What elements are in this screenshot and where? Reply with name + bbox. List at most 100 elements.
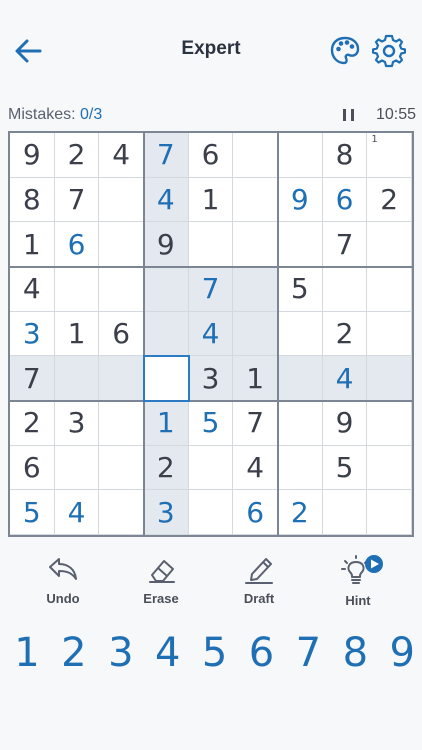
board-cell[interactable] <box>322 490 368 535</box>
board-cell[interactable] <box>99 401 144 446</box>
board-cell[interactable]: 9 <box>144 222 189 267</box>
board-cell[interactable] <box>233 267 278 312</box>
board-cell[interactable]: 3 <box>54 401 100 446</box>
board-cell[interactable]: 2 <box>322 311 368 357</box>
board-cell[interactable] <box>367 356 412 401</box>
board-cell[interactable]: 7 <box>322 222 368 267</box>
board-cell[interactable] <box>278 356 323 401</box>
board-cell[interactable]: 6 <box>54 222 100 267</box>
settings-button[interactable] <box>371 34 407 68</box>
board-cell[interactable] <box>233 222 278 267</box>
number-button-9[interactable]: 9 <box>379 625 422 681</box>
board-cell[interactable]: 7 <box>233 401 278 446</box>
board-cell[interactable]: 9 <box>322 401 368 446</box>
board-cell[interactable] <box>188 445 234 491</box>
board-cell[interactable]: 4 <box>99 133 144 178</box>
board-cell[interactable]: 2 <box>10 401 55 446</box>
board-cell[interactable] <box>144 311 189 357</box>
board-cell[interactable]: 4 <box>233 445 278 491</box>
number-button-2[interactable]: 2 <box>51 625 97 681</box>
board-cell[interactable] <box>367 311 412 357</box>
board-cell[interactable]: 6 <box>322 177 368 223</box>
board-cell[interactable] <box>54 445 100 491</box>
board-cell[interactable] <box>99 356 144 401</box>
board-cell[interactable] <box>278 445 323 491</box>
board-cell[interactable] <box>367 222 412 267</box>
board-cell[interactable] <box>99 267 144 312</box>
number-button-4[interactable]: 4 <box>145 625 191 681</box>
board-cell[interactable] <box>278 133 323 178</box>
status-bar: Mistakes: 0/3 10:55 <box>8 104 416 128</box>
board-cell[interactable]: 3 <box>144 490 189 535</box>
board-cell[interactable]: 9 <box>10 133 55 178</box>
board-cell[interactable] <box>367 401 412 446</box>
board-cell[interactable] <box>99 222 144 267</box>
board-cell[interactable]: 8 <box>10 177 55 223</box>
board-cell[interactable]: 1 <box>188 177 234 223</box>
board-cell[interactable]: 2 <box>144 445 189 491</box>
board-cell[interactable]: 5 <box>278 267 323 312</box>
board-cell[interactable] <box>233 311 278 357</box>
number-button-5[interactable]: 5 <box>192 625 238 681</box>
number-button-3[interactable]: 3 <box>98 625 144 681</box>
board-cell[interactable] <box>188 222 234 267</box>
board-cell[interactable]: 1 <box>367 133 412 178</box>
board-cell[interactable]: 6 <box>188 133 234 178</box>
board-cell[interactable] <box>322 267 368 312</box>
board-cell[interactable]: 6 <box>233 490 278 535</box>
board-cell[interactable] <box>99 177 144 223</box>
board-cell[interactable]: 7 <box>10 356 55 401</box>
board-cell[interactable]: 7 <box>188 267 234 312</box>
board-cell[interactable] <box>233 177 278 223</box>
hint-button[interactable]: Hint <box>323 555 393 615</box>
number-button-6[interactable]: 6 <box>239 625 285 681</box>
board-cell[interactable]: 1 <box>233 356 278 401</box>
board-cell[interactable]: 2 <box>54 133 100 178</box>
board-cell[interactable] <box>188 490 234 535</box>
number-button-1[interactable]: 1 <box>4 625 50 681</box>
board-cell[interactable]: 1 <box>144 401 189 446</box>
board-cell[interactable] <box>144 356 189 401</box>
board-cell[interactable] <box>367 445 412 491</box>
board-cell[interactable]: 3 <box>10 311 55 357</box>
board-cell[interactable] <box>54 267 100 312</box>
board-cell[interactable]: 4 <box>144 177 189 223</box>
number-button-8[interactable]: 8 <box>332 625 378 681</box>
board-cell[interactable]: 9 <box>278 177 323 223</box>
board-cell[interactable] <box>367 267 412 312</box>
board-cell[interactable] <box>99 445 144 491</box>
board-cell[interactable]: 6 <box>99 311 144 357</box>
board-cell[interactable]: 7 <box>144 133 189 178</box>
board-cell[interactable] <box>367 490 412 535</box>
board-cell[interactable]: 7 <box>54 177 100 223</box>
board-cell[interactable]: 5 <box>10 490 55 535</box>
board-cell[interactable]: 5 <box>188 401 234 446</box>
board-cell[interactable]: 2 <box>278 490 323 535</box>
pause-button[interactable] <box>342 107 356 123</box>
board-cell[interactable] <box>278 401 323 446</box>
board-cell[interactable]: 4 <box>54 490 100 535</box>
board-cell[interactable] <box>278 311 323 357</box>
board-cell[interactable]: 5 <box>322 445 368 491</box>
board-cell[interactable] <box>278 222 323 267</box>
number-button-7[interactable]: 7 <box>285 625 331 681</box>
board-cell[interactable]: 3 <box>188 356 234 401</box>
board-cell[interactable]: 2 <box>367 177 412 223</box>
board-cell[interactable]: 8 <box>322 133 368 178</box>
board-cell[interactable]: 4 <box>188 311 234 357</box>
erase-button[interactable]: Erase <box>126 555 196 615</box>
board-cell[interactable] <box>54 356 100 401</box>
board-cell[interactable] <box>233 133 278 178</box>
board-cell[interactable] <box>144 267 189 312</box>
board-cell[interactable] <box>99 490 144 535</box>
theme-button[interactable] <box>328 34 362 68</box>
draft-button[interactable]: Draft <box>224 555 294 615</box>
board-cell[interactable]: 4 <box>322 356 368 401</box>
number-pad: 123456789 <box>0 625 422 681</box>
board-cell[interactable]: 6 <box>10 445 55 491</box>
board-cell[interactable]: 1 <box>10 222 55 267</box>
board-cell[interactable]: 1 <box>54 311 100 357</box>
box-divider-horizontal <box>10 400 412 402</box>
board-cell[interactable]: 4 <box>10 267 55 312</box>
undo-button[interactable]: Undo <box>28 555 98 615</box>
